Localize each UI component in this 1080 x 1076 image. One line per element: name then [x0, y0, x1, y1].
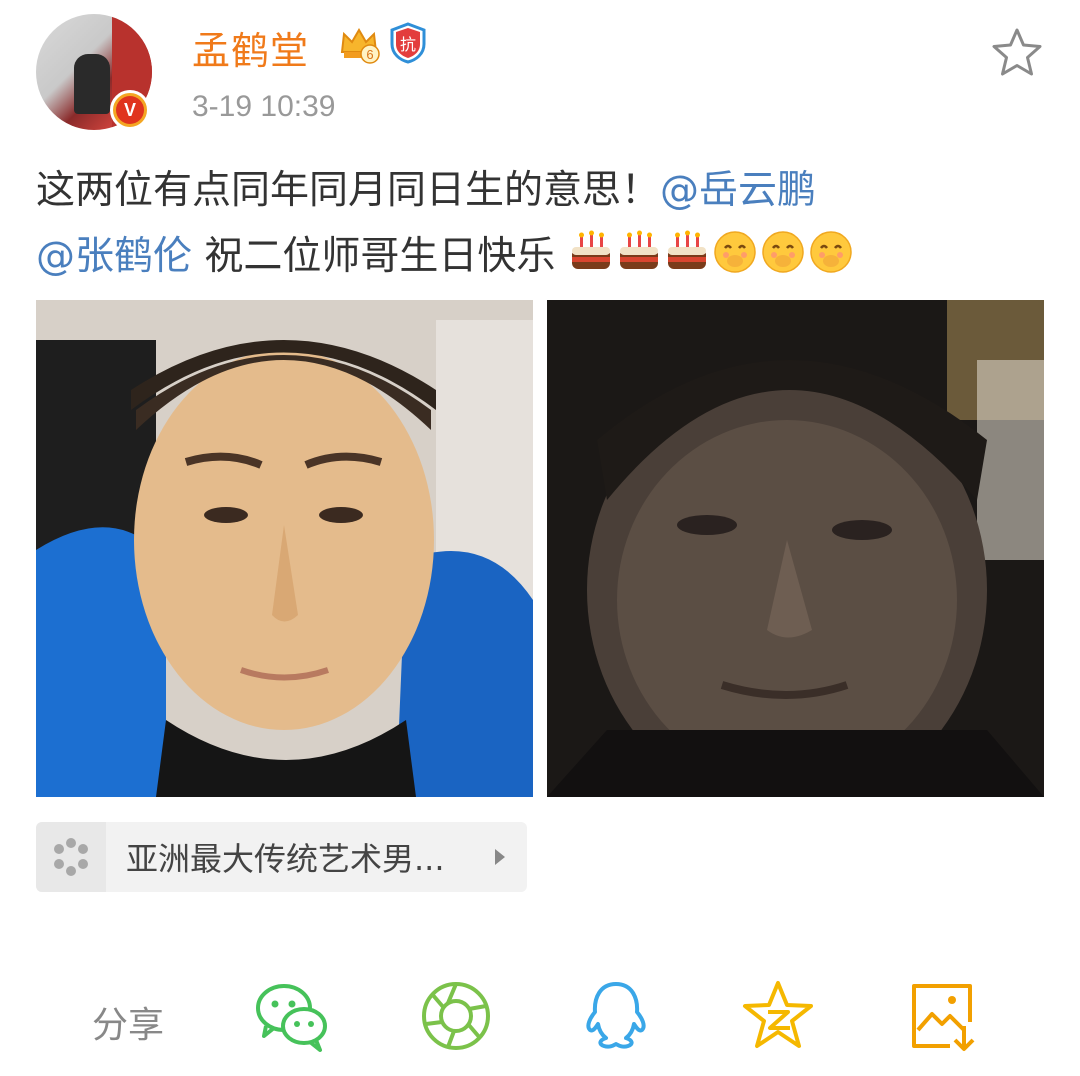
badge-text: 抗 [400, 35, 416, 54]
giggle-emoji-icon [762, 231, 804, 273]
cake-emoji-icon [619, 230, 658, 269]
share-label: 分享 [92, 1005, 165, 1046]
giggle-emoji-icon [810, 231, 852, 273]
giggle-emoji-icon [714, 231, 756, 273]
anti-epidemic-badge-icon[interactable]: 抗 [388, 22, 428, 64]
cake-emoji-icon [571, 230, 610, 269]
post-timestamp: 3-19 10:39 [192, 90, 336, 123]
wechat-icon[interactable] [254, 978, 330, 1054]
author-name[interactable]: 孟鹤堂 [192, 20, 309, 75]
post-text-tail: 祝二位师哥生日快乐 [192, 234, 556, 279]
post-text: 这两位有点同年同月同日生的意思！ [36, 168, 661, 213]
moments-icon[interactable] [418, 978, 494, 1054]
mention-link[interactable]: @岳云鹏 [660, 168, 816, 213]
mention-link[interactable]: @张鹤伦 [36, 234, 192, 279]
qzone-icon[interactable] [740, 978, 816, 1054]
topic-label: 亚洲最大传统艺术男... [126, 840, 445, 878]
save-image-icon[interactable] [904, 978, 980, 1054]
post-content: 这两位有点同年同月同日生的意思！@岳云鹏 @张鹤伦 祝二位师哥生日快乐 [36, 158, 1046, 290]
verified-v-icon: V [110, 90, 150, 130]
chevron-right-icon [495, 849, 505, 865]
crown-level-icon[interactable]: 6 [338, 22, 380, 64]
avatar-figure [74, 54, 110, 114]
topic-spinner-icon [54, 838, 88, 876]
topic-icon-box [36, 822, 106, 892]
topic-link[interactable]: 亚洲最大传统艺术男... [36, 822, 527, 892]
post-photo[interactable] [547, 300, 1044, 797]
cake-emoji-icon [667, 230, 706, 269]
favorite-star-icon[interactable] [990, 26, 1044, 80]
qq-icon[interactable] [578, 978, 654, 1054]
post-photo[interactable] [36, 300, 533, 797]
crown-level: 6 [366, 47, 373, 62]
